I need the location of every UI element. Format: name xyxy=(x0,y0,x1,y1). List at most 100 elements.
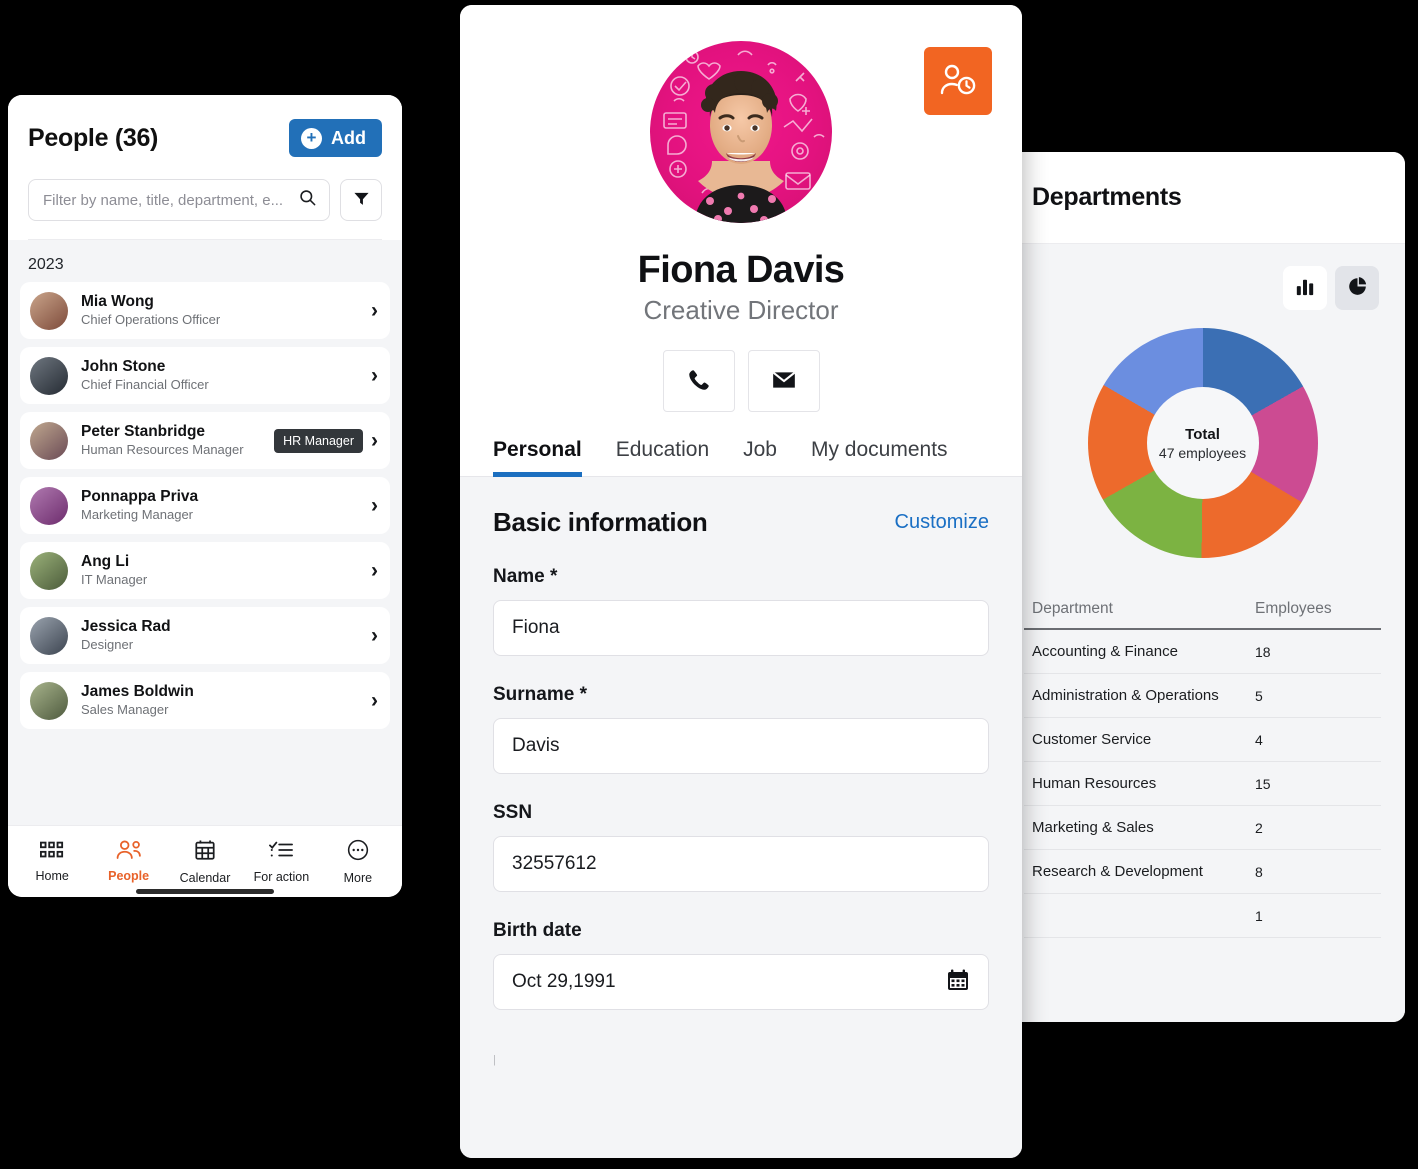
filter-button[interactable] xyxy=(340,179,382,221)
table-row[interactable]: Marketing & Sales 2 xyxy=(1024,806,1381,850)
donut-center-label: Total 47 employees xyxy=(1146,387,1259,499)
field-input-wrap[interactable] xyxy=(493,718,989,774)
cell-department: Customer Service xyxy=(1032,731,1152,748)
field-input[interactable] xyxy=(512,971,936,993)
avatar xyxy=(30,616,68,655)
chevron-right-icon[interactable]: › xyxy=(371,625,378,646)
chevron-right-icon[interactable]: › xyxy=(371,495,378,516)
phone-icon xyxy=(686,367,712,396)
person-name: John Stone xyxy=(81,358,166,376)
tab-job[interactable]: Job xyxy=(726,438,794,476)
field-input-wrap[interactable] xyxy=(493,836,989,892)
employee-profile-panel: Fiona Davis Creative Director Personal E… xyxy=(460,5,1022,1158)
person-role: IT Manager xyxy=(81,571,148,587)
chevron-right-icon[interactable]: › xyxy=(371,430,378,451)
cell-employees: 8 xyxy=(1255,863,1263,880)
chevron-right-icon[interactable]: › xyxy=(371,690,378,711)
person-list-item[interactable]: James Boldwin Sales Manager › xyxy=(20,672,390,729)
section-header: Basic information Customize xyxy=(493,507,989,538)
cell-department: Accounting & Finance xyxy=(1032,643,1178,660)
person-list-item[interactable]: Peter Stanbridge Human Resources Manager H… xyxy=(20,412,390,469)
nav-item-for-action[interactable]: For action xyxy=(243,840,319,884)
person-list-item[interactable]: Mia Wong Chief Operations Officer › xyxy=(20,282,390,339)
person-meta: Mia Wong Chief Operations Officer xyxy=(81,292,371,328)
nav-item-people[interactable]: People xyxy=(90,840,166,883)
profile-header: Fiona Davis Creative Director Personal E… xyxy=(460,5,1022,477)
person-meta: Jessica Rad Designer xyxy=(81,617,371,653)
field-input[interactable] xyxy=(512,735,970,757)
person-list-item[interactable]: John Stone Chief Financial Officer › xyxy=(20,347,390,404)
search-row xyxy=(28,157,382,240)
person-role: Designer xyxy=(81,636,134,652)
envelope-icon xyxy=(771,367,797,396)
screenshot-stage: People (36) + Add Filter by name, title,… xyxy=(0,0,1418,1169)
chevron-right-icon[interactable]: › xyxy=(371,300,378,321)
tab-education[interactable]: Education xyxy=(599,438,726,476)
cell-employees: 1 xyxy=(1255,907,1263,924)
people-title-row: People (36) + Add xyxy=(28,119,382,157)
contact-actions xyxy=(460,350,1022,412)
form-field: Surname * xyxy=(493,684,989,774)
calendar-icon xyxy=(194,839,216,866)
field-input-wrap[interactable] xyxy=(493,600,989,656)
form-field: Birth date xyxy=(493,920,989,1010)
cell-employees: 18 xyxy=(1255,643,1271,660)
table-row[interactable]: Customer Service 4 xyxy=(1024,718,1381,762)
person-name: Ponnappa Priva xyxy=(81,488,199,506)
table-row[interactable]: Administration & Operations 5 xyxy=(1024,674,1381,718)
filter-icon xyxy=(353,190,370,210)
bar-chart-toggle-button[interactable] xyxy=(1283,266,1327,310)
departments-header: Departments xyxy=(1000,152,1405,244)
table-row[interactable]: Accounting & Finance 18 xyxy=(1024,630,1381,674)
departments-panel: Departments Total 47 employees Departmen… xyxy=(1000,152,1405,1022)
search-box[interactable] xyxy=(28,179,330,221)
nav-label-calendar: Calendar xyxy=(179,870,231,885)
chevron-right-icon[interactable]: › xyxy=(371,365,378,386)
person-meta: Ang Li IT Manager xyxy=(81,552,371,588)
time-tracking-button[interactable] xyxy=(924,47,992,115)
search-icon xyxy=(298,188,317,212)
column-header-department: Department xyxy=(1032,600,1113,617)
search-input[interactable] xyxy=(43,191,298,209)
pie-chart-toggle-button[interactable] xyxy=(1335,266,1379,310)
cell-department: Human Resources xyxy=(1032,775,1157,792)
field-input[interactable] xyxy=(512,617,970,639)
bottom-navigation: Home People Calendar For action More xyxy=(8,825,402,897)
status-badge: HR Manager xyxy=(274,428,363,453)
grid-icon xyxy=(40,841,64,864)
nav-item-more[interactable]: More xyxy=(320,839,396,885)
person-meta: John Stone Chief Financial Officer xyxy=(81,357,371,393)
nav-label-for-action: For action xyxy=(253,869,310,884)
form-field: SSN xyxy=(493,802,989,892)
field-label: Name * xyxy=(493,566,558,587)
nav-item-calendar[interactable]: Calendar xyxy=(167,839,243,885)
table-row[interactable]: 1 xyxy=(1024,894,1381,938)
add-button-label: Add xyxy=(331,127,366,148)
tab-my-documents[interactable]: My documents xyxy=(794,438,965,476)
nav-item-home[interactable]: Home xyxy=(14,841,90,883)
calendar-icon[interactable] xyxy=(946,968,970,997)
chart-type-toggle xyxy=(1024,244,1381,310)
table-row[interactable]: Human Resources 15 xyxy=(1024,762,1381,806)
field-input[interactable] xyxy=(512,853,970,875)
person-role: Sales Manager xyxy=(81,701,169,717)
person-list-item[interactable]: Ponnappa Priva Marketing Manager › xyxy=(20,477,390,534)
cell-department: Administration & Operations xyxy=(1032,687,1219,704)
donut-chart-wrap: Total 47 employees xyxy=(1024,328,1381,558)
nav-label-people: People xyxy=(108,869,150,883)
people-list: 2023 Mia Wong Chief Operations Officer › Jo… xyxy=(8,240,402,825)
add-person-button[interactable]: + Add xyxy=(289,119,382,157)
profile-role: Creative Director xyxy=(643,295,839,325)
person-list-item[interactable]: Ang Li IT Manager › xyxy=(20,542,390,599)
person-list-item[interactable]: Jessica Rad Designer › xyxy=(20,607,390,664)
nav-label-more: More xyxy=(343,870,373,885)
call-button[interactable] xyxy=(662,350,735,412)
profile-tabs: Personal Education Job My documents xyxy=(460,438,1022,477)
personal-form: Basic information Customize Name * Surnam… xyxy=(460,477,1022,1158)
chevron-right-icon[interactable]: › xyxy=(371,560,378,581)
table-row[interactable]: Research & Development 8 xyxy=(1024,850,1381,894)
customize-link[interactable]: Customize xyxy=(895,511,989,534)
email-button[interactable] xyxy=(747,350,820,412)
tab-personal[interactable]: Personal xyxy=(493,438,599,477)
field-input-wrap[interactable] xyxy=(493,954,989,1010)
